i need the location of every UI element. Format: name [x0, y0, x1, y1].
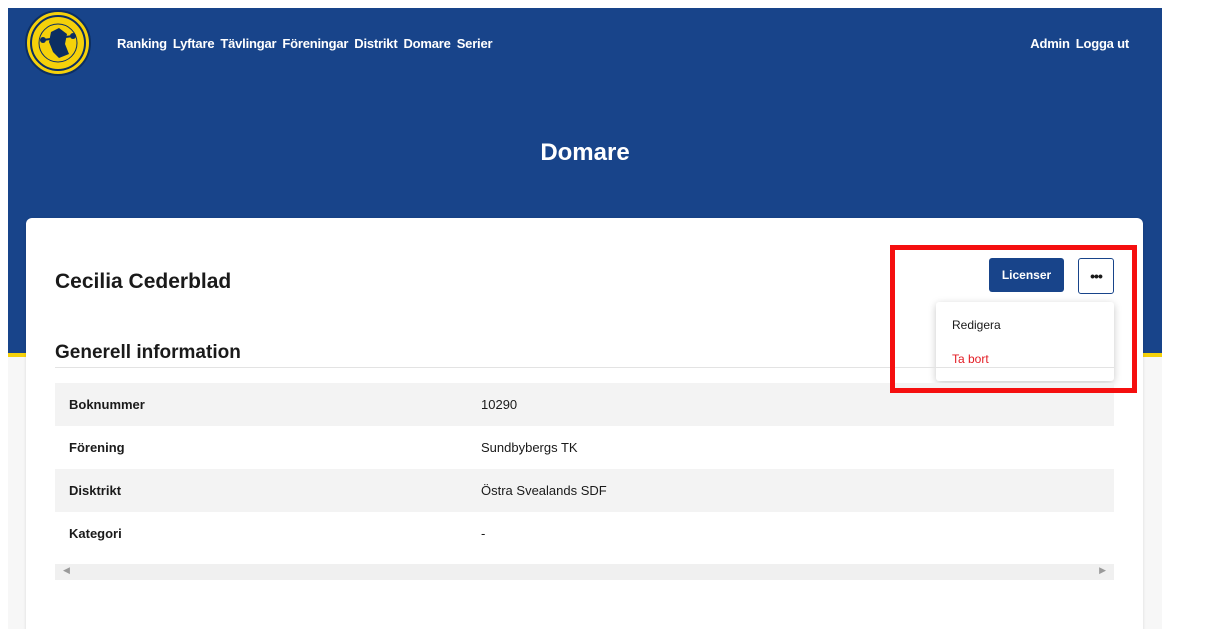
- row-label: Boknummer: [69, 397, 145, 412]
- nav-item-admin[interactable]: Admin: [1030, 36, 1070, 51]
- page-title: Domare: [540, 139, 630, 166]
- main-nav: Ranking Lyftare Tävlingar Föreningar Dis…: [117, 36, 493, 51]
- row-label: Kategori: [69, 526, 122, 541]
- row-value: 10290: [481, 397, 518, 412]
- row-value: -: [481, 526, 486, 541]
- user-nav: Admin Logga ut: [1030, 36, 1129, 51]
- highlight-annotation-box: [890, 245, 1137, 393]
- nav-item-distrikt[interactable]: Distrikt: [354, 36, 397, 51]
- referee-name: Cecilia Cederblad: [55, 270, 232, 293]
- scroll-right-icon[interactable]: ▶: [1099, 565, 1106, 576]
- nav-item-serier[interactable]: Serier: [457, 36, 493, 51]
- scroll-left-icon[interactable]: ◀: [63, 565, 70, 576]
- nav-item-lyftare[interactable]: Lyftare: [173, 36, 215, 51]
- row-value: Sundbybergs TK: [481, 440, 578, 455]
- row-value: Östra Svealands SDF: [481, 483, 607, 498]
- row-label: Förening: [69, 440, 125, 455]
- table-row: Förening Sundbybergs TK: [55, 426, 1114, 469]
- nav-item-domare[interactable]: Domare: [403, 36, 450, 51]
- section-title: Generell information: [55, 342, 241, 363]
- logo-graphic: [30, 15, 86, 71]
- horizontal-scrollbar[interactable]: ◀ ▶: [55, 564, 1114, 580]
- table-row: Disktrikt Östra Svealands SDF: [55, 469, 1114, 512]
- logout-link[interactable]: Logga ut: [1076, 36, 1129, 51]
- nav-item-tavlingar[interactable]: Tävlingar: [220, 36, 276, 51]
- federation-logo-icon[interactable]: [25, 10, 91, 76]
- info-table: Boknummer 10290 Förening Sundbybergs TK …: [55, 383, 1114, 555]
- table-row: Kategori -: [55, 512, 1114, 555]
- row-label: Disktrikt: [69, 483, 122, 498]
- nav-item-foreningar[interactable]: Föreningar: [282, 36, 348, 51]
- nav-item-ranking[interactable]: Ranking: [117, 36, 167, 51]
